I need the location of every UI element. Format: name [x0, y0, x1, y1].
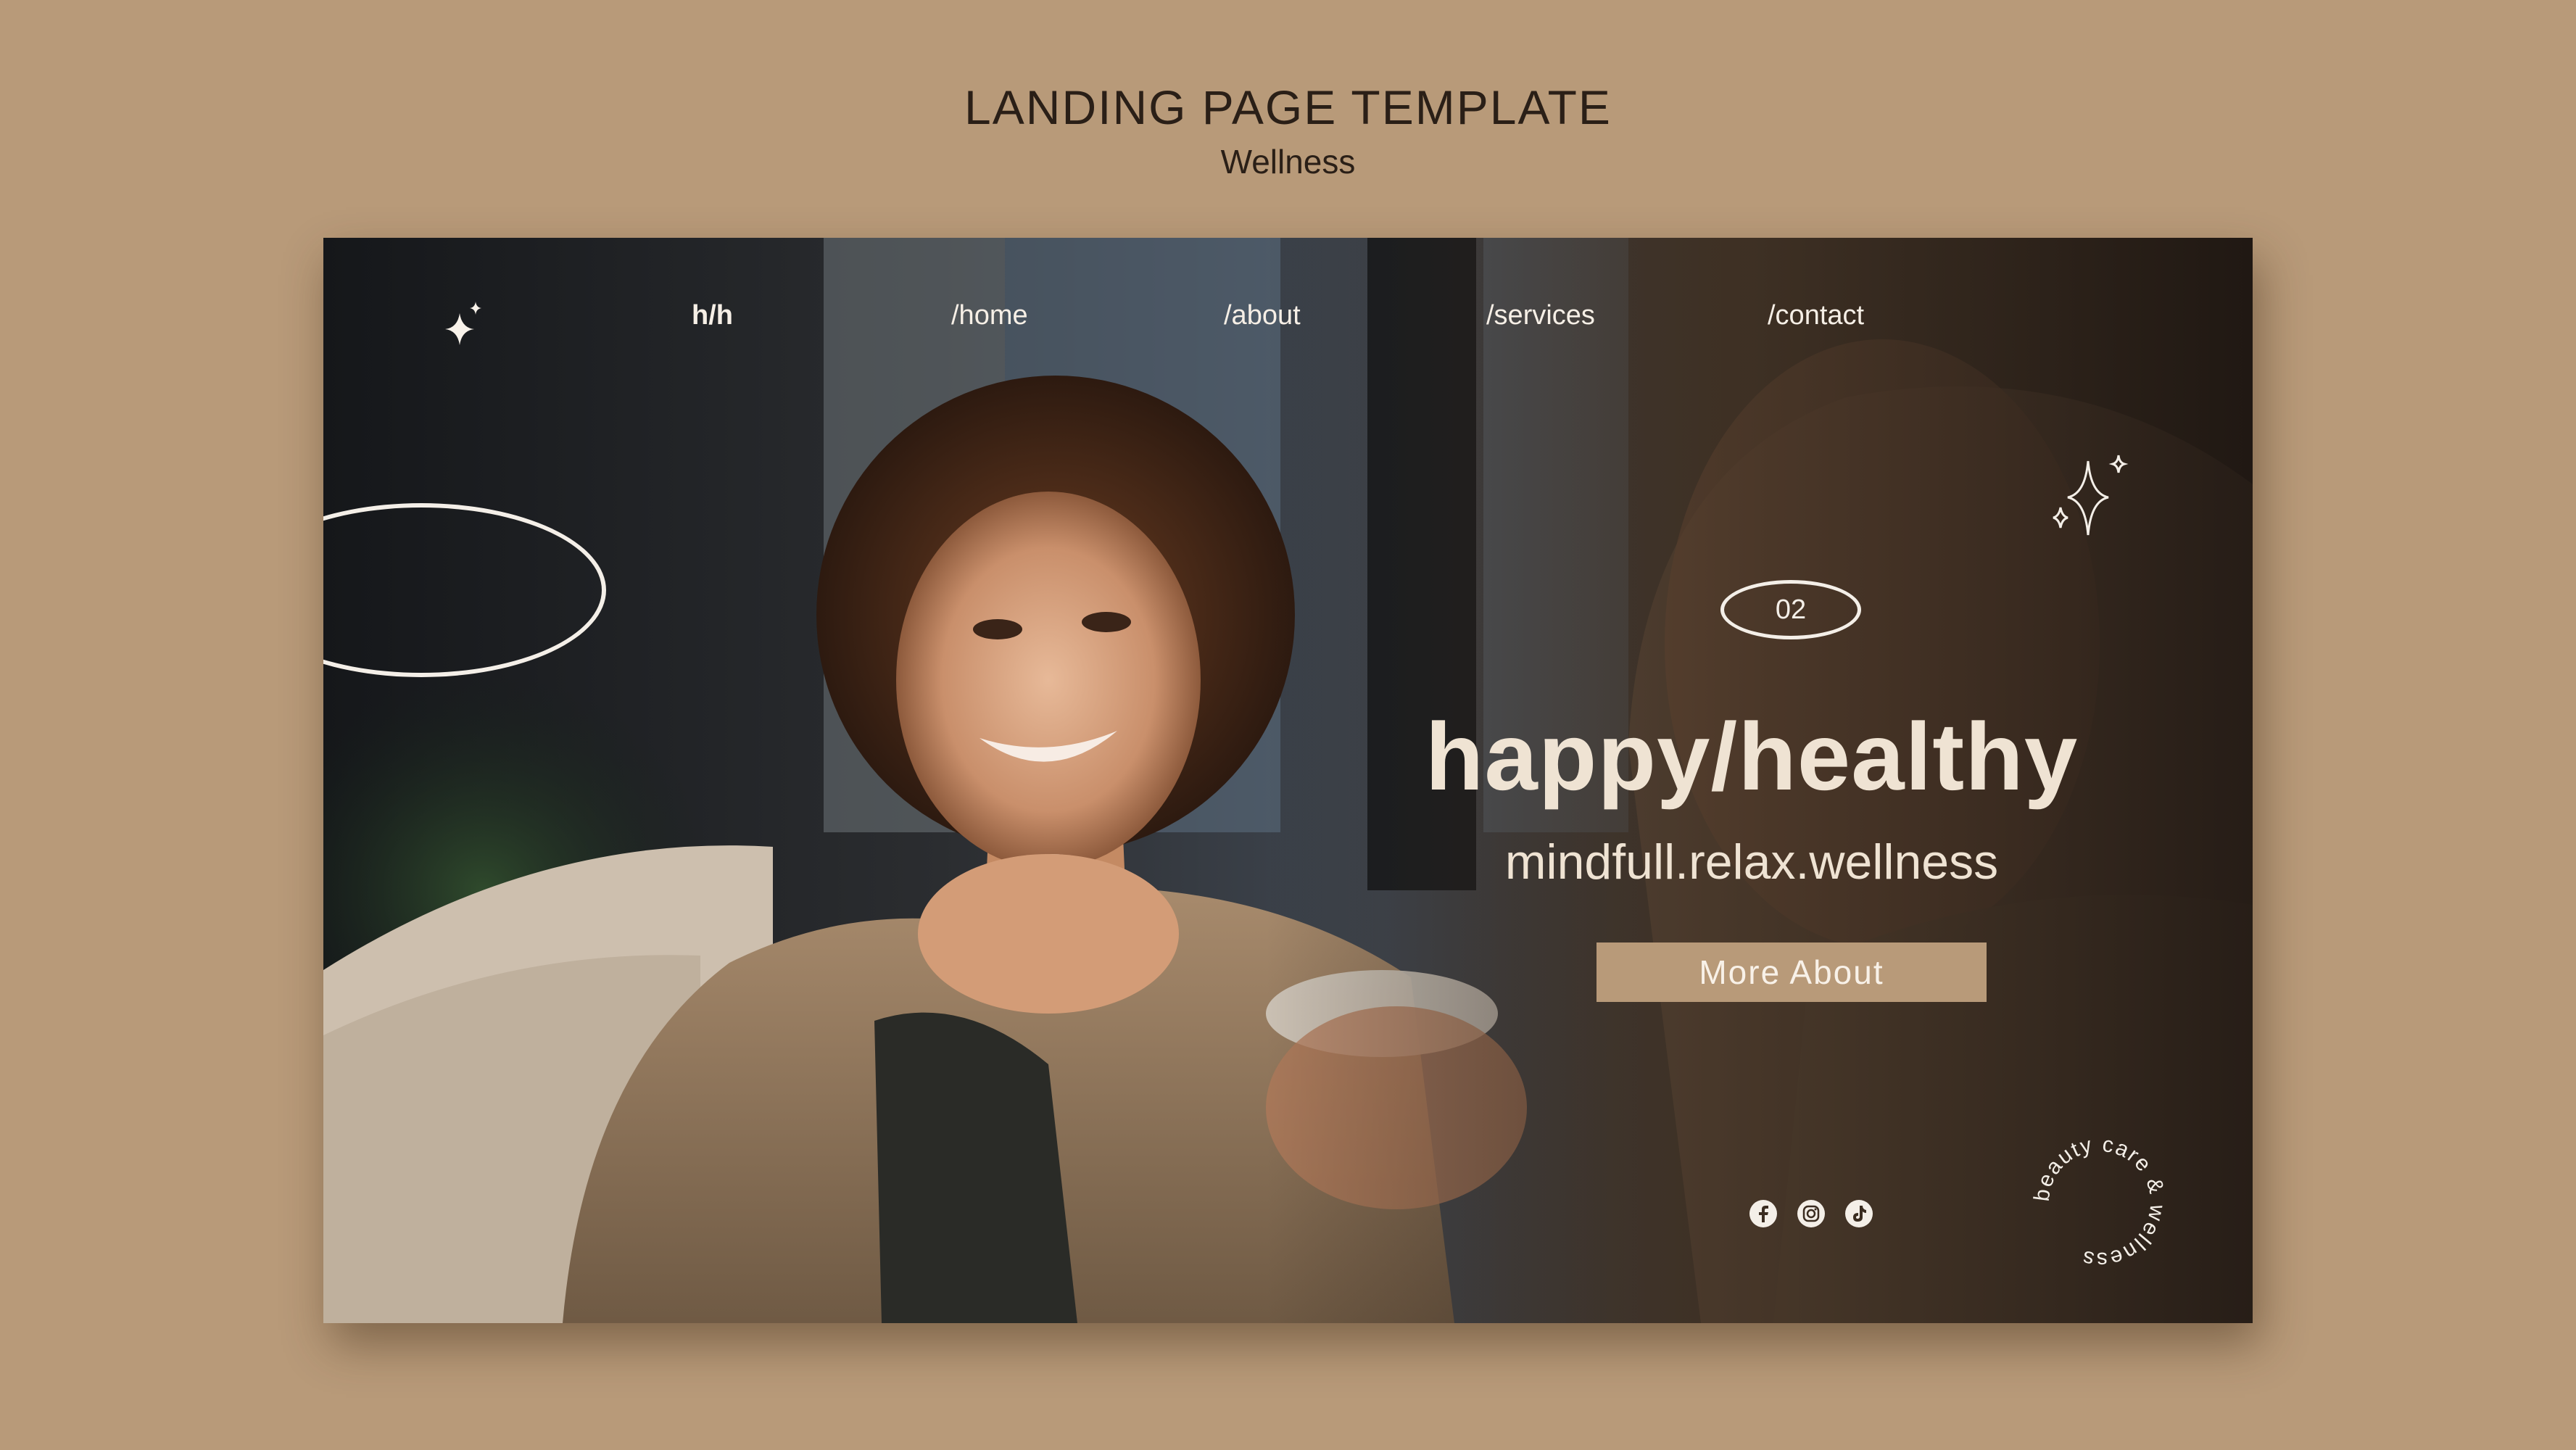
more-about-button[interactable]: More About: [1596, 942, 1987, 1002]
hero-banner: h/h /home /about /services /contact 02 h…: [323, 238, 2253, 1323]
hero-headline: happy/healthy: [1425, 703, 2079, 810]
facebook-icon[interactable]: [1749, 1199, 1778, 1228]
page: LANDING PAGE TEMPLATE Wellness h/h /home…: [0, 0, 2576, 1450]
instagram-icon[interactable]: [1797, 1199, 1826, 1228]
circular-text: beauty care & wellness: [2030, 1132, 2169, 1272]
tiktok-icon[interactable]: [1844, 1199, 1873, 1228]
nav-logo[interactable]: h/h: [692, 300, 733, 331]
page-subtitle: Wellness: [1220, 143, 1356, 181]
hero-tagline: mindfull.relax.wellness: [1504, 834, 1999, 890]
nav-item-home[interactable]: /home: [951, 300, 1028, 331]
svg-text:beauty care & wellness: beauty care & wellness: [2030, 1132, 2170, 1272]
nav-item-contact[interactable]: /contact: [1768, 300, 1864, 331]
sparkle-icon: [445, 302, 481, 345]
sparkles-outline-icon: [2053, 455, 2129, 536]
nav-item-about[interactable]: /about: [1224, 300, 1301, 331]
nav-item-services[interactable]: /services: [1486, 300, 1595, 331]
page-title: LANDING PAGE TEMPLATE: [964, 80, 1612, 134]
slide-number-badge: 02: [1720, 580, 1861, 639]
circular-text-stamp: beauty care & wellness: [2030, 1132, 2170, 1272]
